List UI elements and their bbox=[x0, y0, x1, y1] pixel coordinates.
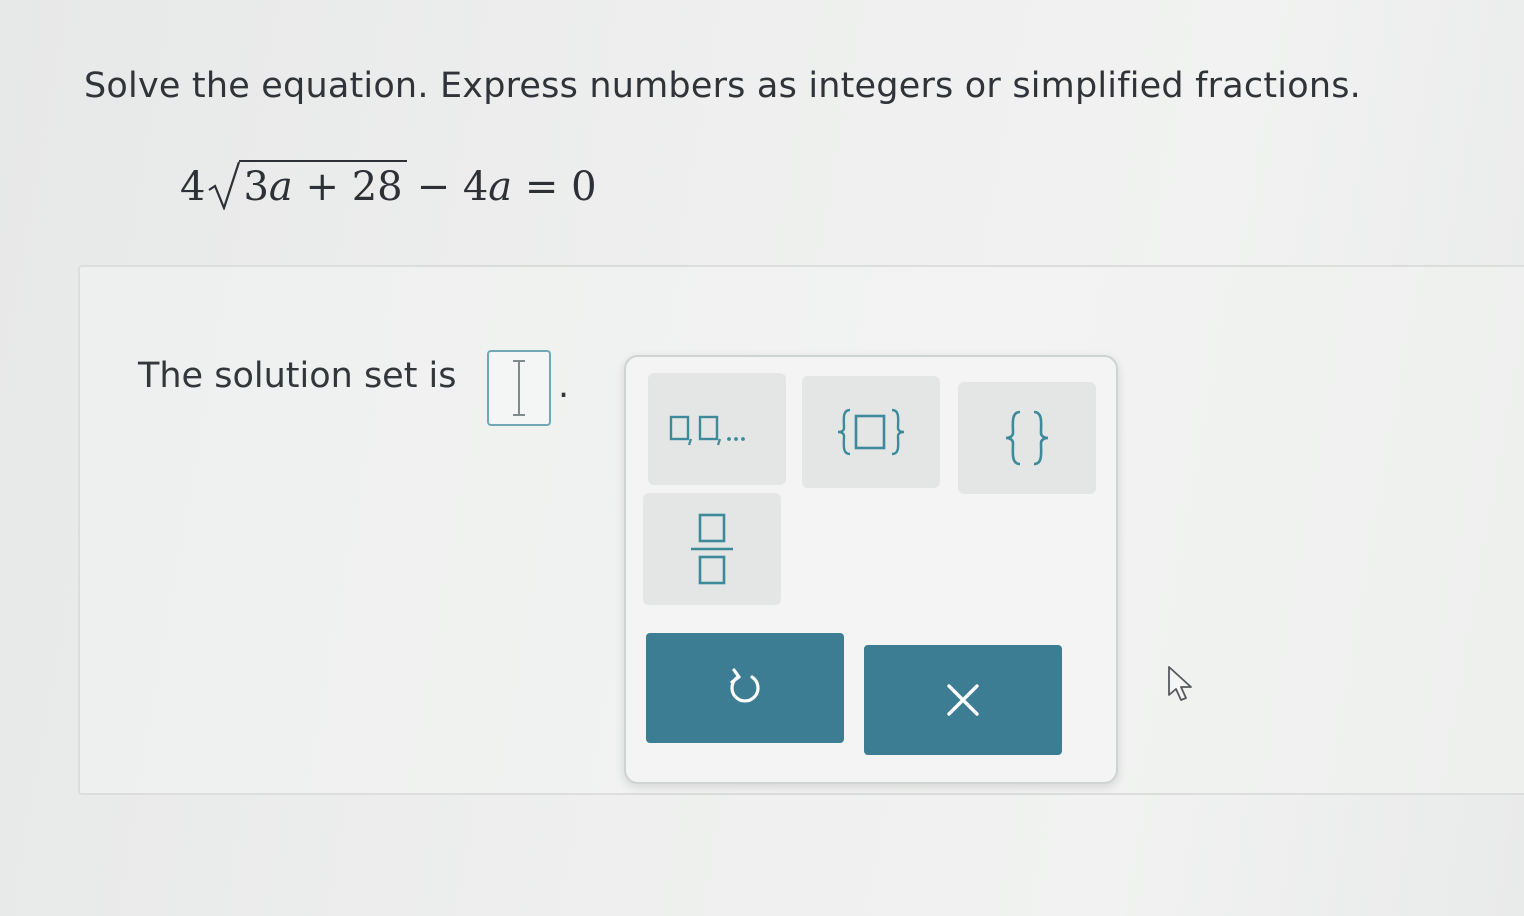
square-root: 3a + 28 bbox=[207, 160, 407, 210]
undo-icon bbox=[730, 668, 760, 703]
equation: 4 3a + 28 − 4a = 0 bbox=[180, 160, 597, 210]
solution-set-label: The solution set is bbox=[138, 356, 457, 396]
radicand-variable: a bbox=[268, 164, 293, 210]
clear-button[interactable] bbox=[864, 645, 1062, 755]
empty-set-button[interactable] bbox=[958, 382, 1096, 494]
set-with-element-button[interactable] bbox=[802, 376, 940, 488]
radicand-number: 3 bbox=[243, 164, 269, 210]
set-box-icon bbox=[837, 408, 905, 456]
rest-variable: a bbox=[488, 164, 513, 210]
rest-suffix: = 0 bbox=[512, 164, 597, 210]
fraction-button[interactable] bbox=[643, 493, 781, 605]
text-cursor-icon bbox=[513, 360, 525, 416]
undo-button[interactable] bbox=[646, 633, 844, 743]
instructions-text: Solve the equation. Express numbers as i… bbox=[84, 66, 1361, 106]
radicand: 3a + 28 bbox=[239, 160, 407, 210]
braces-icon bbox=[1005, 410, 1049, 466]
close-icon bbox=[947, 684, 979, 716]
fraction-icon bbox=[691, 513, 733, 585]
equation-rest: − 4a = 0 bbox=[407, 164, 597, 210]
list-button[interactable] bbox=[648, 373, 786, 485]
list-icon bbox=[669, 415, 745, 446]
answer-input[interactable] bbox=[487, 350, 551, 426]
rest-prefix: − 4 bbox=[416, 164, 489, 210]
sentence-period: . bbox=[558, 366, 570, 406]
mouse-pointer-icon bbox=[1166, 665, 1196, 707]
radicand-plus: + 28 bbox=[292, 164, 403, 210]
equation-coefficient: 4 bbox=[180, 164, 206, 210]
radical-sign-icon bbox=[208, 161, 241, 210]
